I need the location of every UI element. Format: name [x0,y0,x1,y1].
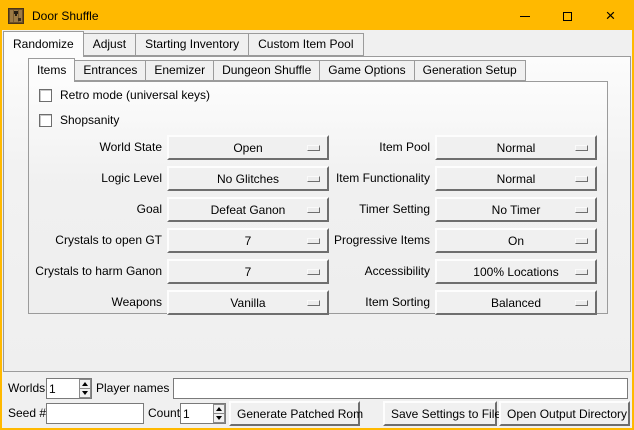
tab-label: Adjust [93,37,126,51]
minimize-icon [520,16,530,17]
dropdown-progressive-items[interactable]: On [435,228,597,253]
main-tab-bar: Randomize Adjust Starting Inventory Cust… [3,33,364,56]
spinner-buttons [213,404,225,423]
save-settings-button[interactable]: Save Settings to File [383,401,497,426]
checkbox-box-icon [39,114,52,127]
seed-input[interactable] [46,403,144,424]
dropdown-value: Normal [497,141,536,155]
tab-label: Game Options [328,63,405,77]
tab-label: Custom Item Pool [258,37,353,51]
dropdown-indicator-icon [575,145,588,151]
spinner-buttons [79,379,91,398]
subtab-items[interactable]: Items [28,58,75,82]
dropdown-value: No Timer [492,203,541,217]
subtab-generation-setup[interactable]: Generation Setup [415,60,526,81]
window-controls: × [503,2,632,30]
generate-patched-rom-button[interactable]: Generate Patched Rom [229,401,360,426]
dropdown-indicator-icon [575,176,588,182]
player-names-input[interactable] [173,378,628,399]
spin-down-button[interactable] [213,414,225,423]
dropdown-item-functionality[interactable]: Normal [435,166,597,191]
count-label: Count [148,402,180,424]
minimize-button[interactable] [503,2,546,30]
progressive-items-label: Progressive Items [269,228,430,253]
dropdown-item-pool[interactable]: Normal [435,135,597,160]
dropdown-value: Balanced [491,296,541,310]
tab-label: Starting Inventory [145,37,239,51]
crystals-gt-label: Crystals to open GT [29,228,162,253]
worlds-label: Worlds [8,377,45,399]
tab-custom-item-pool[interactable]: Custom Item Pool [249,33,363,56]
sub-tab-bar: Items Entrances Enemizer Dungeon Shuffle… [28,60,526,81]
tab-starting-inventory[interactable]: Starting Inventory [136,33,249,56]
arrow-up-icon [216,407,222,411]
timer-setting-label: Timer Setting [269,197,430,222]
dropdown-value: Normal [497,172,536,186]
titlebar: Door Shuffle × [2,2,632,30]
accessibility-label: Accessibility [269,259,430,284]
dropdown-indicator-icon [575,269,588,275]
spin-up-button[interactable] [79,379,91,389]
dropdown-timer-setting[interactable]: No Timer [435,197,597,222]
subtab-dungeon-shuffle[interactable]: Dungeon Shuffle [214,60,320,81]
tab-adjust[interactable]: Adjust [84,33,136,56]
tab-label: Items [37,63,66,77]
dropdown-value: Vanilla [230,296,265,310]
checkbox-retro-mode[interactable]: Retro mode (universal keys) [39,88,210,102]
window-title: Door Shuffle [32,9,99,23]
checkbox-label: Shopsanity [60,113,119,127]
weapons-label: Weapons [29,290,162,315]
tab-label: Entrances [83,63,137,77]
arrow-down-icon [216,416,222,420]
dropdown-accessibility[interactable]: 100% Locations [435,259,597,284]
tab-label: Randomize [13,37,74,51]
dropdown-value: 7 [245,234,252,248]
dropdown-value: On [508,234,524,248]
checkbox-box-icon [39,89,52,102]
door-shuffle-window: Door Shuffle × Randomize Adjust Starting… [0,0,634,430]
item-pool-label: Item Pool [269,135,430,160]
app-door-icon [8,8,24,24]
worlds-spinbox[interactable] [46,378,92,399]
open-output-directory-button[interactable]: Open Output Directory [499,401,630,426]
checkbox-label: Retro mode (universal keys) [60,88,210,102]
subtab-game-options[interactable]: Game Options [320,60,414,81]
worlds-value-input[interactable] [47,379,79,398]
dropdown-value: Open [233,141,262,155]
randomize-page: Items Entrances Enemizer Dungeon Shuffle… [3,56,631,372]
subtab-enemizer[interactable]: Enemizer [146,60,214,81]
arrow-down-icon [82,391,88,395]
close-icon: × [606,11,616,21]
checkbox-shopsanity[interactable]: Shopsanity [39,113,119,127]
close-button[interactable]: × [589,2,632,30]
tab-randomize[interactable]: Randomize [3,31,84,57]
dropdown-item-sorting[interactable]: Balanced [435,290,597,315]
tab-label: Generation Setup [423,63,517,77]
item-functionality-label: Item Functionality [269,166,430,191]
dropdown-indicator-icon [575,238,588,244]
dropdown-indicator-icon [575,300,588,306]
maximize-icon [563,12,572,21]
dropdown-value: 7 [245,265,252,279]
arrow-up-icon [82,382,88,386]
items-page: Retro mode (universal keys) Shopsanity W… [28,81,608,314]
dropdown-indicator-icon [575,207,588,213]
count-spinbox[interactable] [180,403,226,424]
logic-level-label: Logic Level [29,166,162,191]
maximize-button[interactable] [546,2,589,30]
tab-label: Dungeon Shuffle [222,63,311,77]
player-names-label: Player names [96,377,169,399]
count-value-input[interactable] [181,404,213,423]
world-state-label: World State [29,135,162,160]
crystals-ganon-label: Crystals to harm Ganon [29,259,162,284]
item-sorting-label: Item Sorting [269,290,430,315]
goal-label: Goal [29,197,162,222]
subtab-entrances[interactable]: Entrances [75,60,146,81]
spin-down-button[interactable] [79,389,91,398]
spin-up-button[interactable] [213,404,225,414]
tab-label: Enemizer [154,63,205,77]
seed-label: Seed # [8,402,46,424]
dropdown-value: 100% Locations [473,265,558,279]
